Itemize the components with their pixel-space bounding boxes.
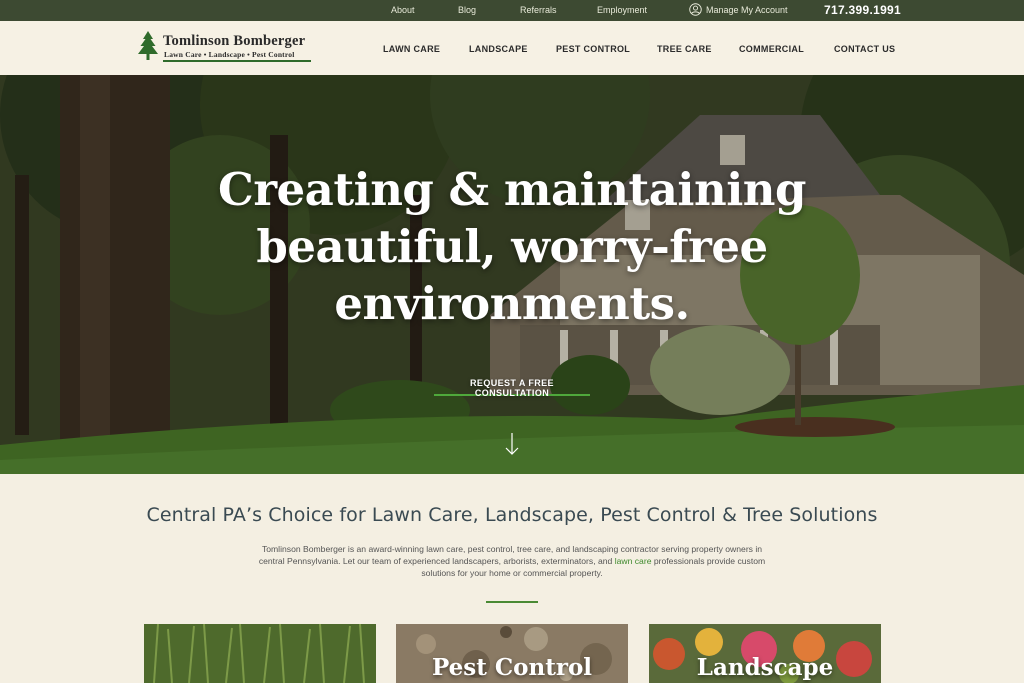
- manage-account-link[interactable]: Manage My Account: [689, 3, 788, 16]
- nav-commercial[interactable]: COMMERCIAL: [739, 44, 804, 54]
- card-label: Landscape: [696, 654, 834, 681]
- logo-name: Tomlinson Bomberger: [163, 33, 306, 49]
- employment-link[interactable]: Employment: [597, 5, 647, 15]
- nav-lawn-care[interactable]: LAWN CARE: [383, 44, 440, 54]
- pine-tree-icon: [138, 31, 158, 60]
- free-consultation-button[interactable]: REQUEST A FREE CONSULTATION: [434, 378, 590, 398]
- hero-headline: Creating & maintaining beautiful, worry-…: [150, 161, 874, 332]
- user-circle-icon: [689, 3, 702, 16]
- card-label: Pest Control: [431, 654, 593, 681]
- nav-pest-control[interactable]: PEST CONTROL: [556, 44, 630, 54]
- site-logo[interactable]: Tomlinson Bomberger Lawn Care • Landscap…: [136, 31, 316, 65]
- logo-tagline: Lawn Care • Landscape • Pest Control: [164, 50, 295, 59]
- manage-account-label: Manage My Account: [706, 4, 788, 15]
- blog-link[interactable]: Blog: [458, 5, 476, 15]
- headline-line: beautiful, worry-free: [256, 220, 768, 273]
- about-link[interactable]: About: [391, 5, 415, 15]
- lawn-card-image: [144, 624, 376, 683]
- hero-banner: Creating & maintaining beautiful, worry-…: [0, 75, 1024, 474]
- intro-paragraph: Tomlinson Bomberger is an award-winning …: [250, 543, 774, 579]
- section-divider: [486, 601, 538, 603]
- utility-bar: About Blog Referrals Employment Manage M…: [0, 0, 1024, 21]
- service-card-landscape[interactable]: Landscape: [649, 624, 881, 683]
- intro-heading: Central PA’s Choice for Lawn Care, Lands…: [146, 504, 878, 526]
- site-header: Tomlinson Bomberger Lawn Care • Landscap…: [0, 21, 1024, 75]
- referrals-link[interactable]: Referrals: [520, 5, 557, 15]
- nav-tree-care[interactable]: TREE CARE: [657, 44, 712, 54]
- lawn-care-link[interactable]: lawn care: [615, 556, 652, 566]
- headline-line: Creating & maintaining: [218, 163, 806, 216]
- nav-contact-us[interactable]: CONTACT US: [834, 44, 895, 54]
- nav-landscape[interactable]: LANDSCAPE: [469, 44, 528, 54]
- service-card-pest-control[interactable]: Pest Control: [396, 624, 628, 683]
- phone-number[interactable]: 717.399.1991: [824, 3, 901, 17]
- arrow-down-icon[interactable]: [504, 432, 520, 456]
- service-card-lawn[interactable]: [144, 624, 376, 683]
- headline-line: environments.: [334, 277, 690, 330]
- logo-rule: [163, 60, 311, 62]
